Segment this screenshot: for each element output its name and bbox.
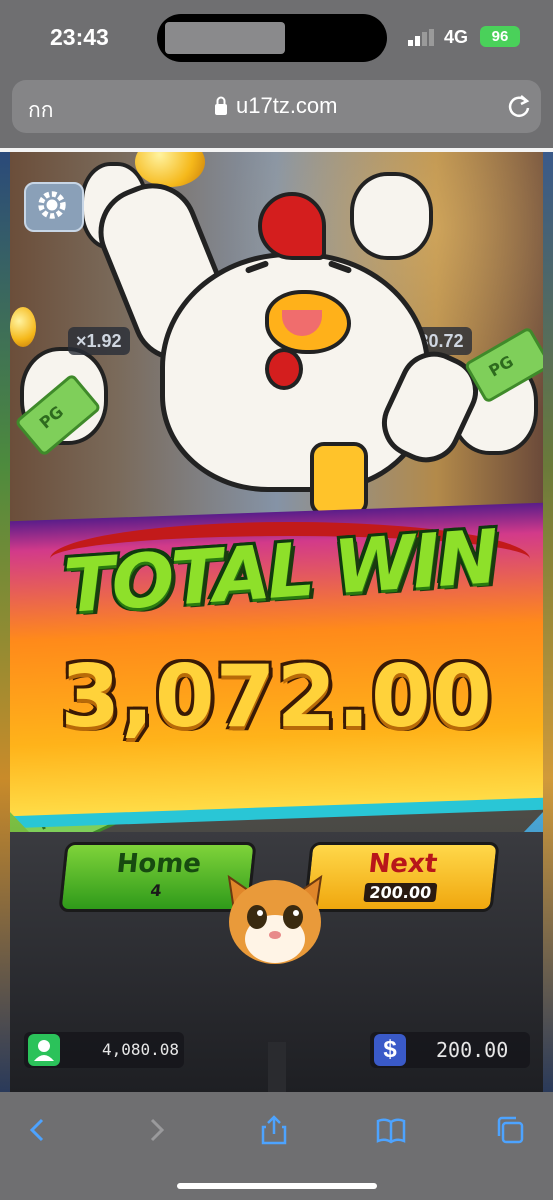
bet-display[interactable]: $ 200.00 xyxy=(370,1032,530,1068)
blurred-notification xyxy=(165,22,285,54)
next-button-label: Next xyxy=(366,849,439,879)
chicken-wattle xyxy=(265,348,303,390)
clock: 23:43 xyxy=(50,24,109,50)
multiplier-tag: ×1.92 xyxy=(68,327,130,355)
network-type: 4G xyxy=(444,27,469,47)
bill-label: PG xyxy=(35,402,67,433)
game-canvas[interactable]: ×1.92 36 ×30.72 PG PG PG TOTAL WIN 3,072… xyxy=(10,152,543,1092)
reload-icon[interactable] xyxy=(506,93,532,119)
game-side-blur-right xyxy=(543,152,553,1092)
win-amount: 3,072.00 xyxy=(60,647,493,747)
dynamic-island xyxy=(157,14,387,62)
lane-marking xyxy=(268,1042,286,1092)
tabs-icon[interactable] xyxy=(494,1114,526,1146)
status-bar: 23:43 4G 96 xyxy=(0,0,553,78)
bill-label: PG xyxy=(485,351,517,381)
reader-button[interactable]: กก xyxy=(28,94,53,127)
settings-button[interactable] xyxy=(24,182,84,232)
cat-avatar xyxy=(227,874,323,964)
wallet-icon xyxy=(28,1034,60,1066)
lock-icon xyxy=(215,96,227,115)
side-chicken-top-right xyxy=(350,172,433,260)
share-icon[interactable] xyxy=(258,1114,290,1146)
signal-icon xyxy=(408,29,434,46)
game-side-blur-left xyxy=(0,152,10,1092)
battery-level: 96 xyxy=(491,28,509,45)
battery-icon: 96 xyxy=(480,26,520,47)
dollar-icon: $ xyxy=(374,1034,406,1066)
address-bar[interactable]: กก u17tz.com xyxy=(12,80,541,133)
url-text[interactable]: u17tz.com xyxy=(236,93,338,119)
forward-icon[interactable] xyxy=(140,1114,172,1146)
chicken-foot xyxy=(310,442,368,516)
settings-icon xyxy=(38,191,66,219)
next-button-amount: 200.00 xyxy=(363,883,438,902)
bet-value: 200.00 xyxy=(436,1038,509,1062)
chicken-comb xyxy=(258,192,326,260)
gold-coin xyxy=(10,307,36,347)
bookmarks-icon[interactable] xyxy=(375,1114,407,1146)
home-indicator xyxy=(177,1183,377,1189)
back-icon[interactable] xyxy=(22,1114,54,1146)
balance-display: 4,080.08 xyxy=(24,1032,184,1068)
balance-value: 4,080.08 xyxy=(102,1040,180,1059)
